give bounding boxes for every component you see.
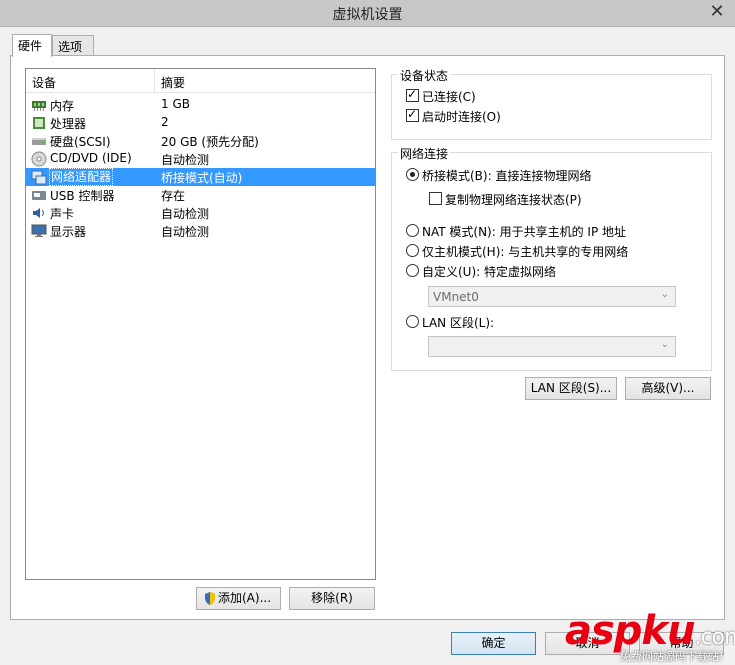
device-summary: 自动检测 (161, 207, 210, 221)
harddisk-icon (32, 138, 46, 145)
custom-network-select[interactable]: VMnet0 ⌄ (428, 286, 676, 307)
nat-radio[interactable] (406, 224, 419, 237)
nat-label[interactable]: NAT 模式(N): 用于共享主机的 IP 地址 (422, 223, 626, 240)
chevron-down-icon: ⌄ (660, 339, 669, 350)
bridged-label[interactable]: 桥接模式(B): 直接连接物理网络 (422, 167, 591, 184)
connected-label[interactable]: 已连接(C) (422, 88, 476, 105)
watermark-suffix: .com (694, 625, 735, 650)
tab-hardware[interactable]: 硬件 (12, 34, 52, 57)
host-only-label[interactable]: 仅主机模式(H): 与主机共享的专用网络 (422, 243, 628, 260)
network-adapter-icon (31, 170, 47, 185)
lan-segment-label[interactable]: LAN 区段(L): (422, 314, 494, 331)
device-status-group: 设备状态 已连接(C) 启动时连接(O) (391, 67, 712, 140)
connect-at-power-on-label[interactable]: 启动时连接(O) (422, 108, 501, 125)
shield-icon (205, 592, 215, 605)
device-list[interactable]: 设备 摘要 内存 1 GB 处理器 2 硬盘(SCSI) 20 GB (预先分配… (25, 68, 376, 580)
device-summary: 桥接模式(自动) (161, 171, 243, 185)
display-icon (31, 224, 47, 237)
usb-icon (32, 191, 46, 200)
list-item[interactable]: CD/DVD (IDE) 自动检测 (26, 150, 375, 168)
add-button-label: 添加(A)... (218, 591, 272, 605)
device-summary: 存在 (161, 189, 186, 203)
device-name: 硬盘(SCSI) (50, 135, 111, 149)
column-separator (154, 69, 155, 93)
device-name: 声卡 (50, 207, 75, 221)
processor-icon (33, 117, 45, 129)
column-summary[interactable]: 摘要 (161, 74, 185, 91)
device-summary: 自动检测 (161, 225, 210, 239)
device-status-title: 设备状态 (398, 67, 451, 84)
advanced-button[interactable]: 高级(V)... (625, 377, 711, 400)
list-item[interactable]: 硬盘(SCSI) 20 GB (预先分配) (26, 132, 375, 150)
window-title: 虚拟机设置 (332, 7, 403, 23)
device-name: 内存 (50, 99, 75, 113)
list-item[interactable]: USB 控制器 存在 (26, 186, 375, 204)
network-connection-title: 网络连接 (398, 145, 451, 162)
watermark-tagline: 免费网站源码下载站! (620, 650, 724, 663)
custom-radio[interactable] (406, 264, 419, 277)
device-list-header: 设备 摘要 (26, 69, 375, 93)
lan-segments-button[interactable]: LAN 区段(S)... (525, 377, 617, 400)
device-summary: 20 GB (预先分配) (161, 135, 259, 149)
memory-icon (32, 101, 46, 111)
ok-button[interactable]: 确定 (451, 632, 536, 655)
list-item[interactable]: 内存 1 GB (26, 96, 375, 114)
replicate-state-label[interactable]: 复制物理网络连接状态(P) (445, 191, 582, 208)
watermark-logo: aspku.com 免费网站源码下载站! (565, 608, 735, 665)
lan-segment-radio[interactable] (406, 315, 419, 328)
device-name: CD/DVD (IDE) (50, 151, 132, 165)
network-connection-group: 网络连接 桥接模式(B): 直接连接物理网络 复制物理网络连接状态(P) NAT… (391, 145, 712, 371)
device-summary: 自动检测 (161, 153, 210, 167)
device-name: 显示器 (50, 225, 87, 239)
column-device[interactable]: 设备 (32, 74, 56, 91)
lan-segment-select[interactable]: ⌄ (428, 336, 676, 357)
device-summary: 2 (161, 115, 169, 129)
host-only-radio[interactable] (406, 244, 419, 257)
device-summary: 1 GB (161, 97, 190, 111)
title-bar: 虚拟机设置 ✕ (0, 0, 735, 27)
bridged-radio[interactable] (406, 168, 419, 181)
custom-network-value: VMnet0 (433, 290, 479, 304)
device-name: USB 控制器 (50, 189, 115, 203)
device-name: 处理器 (50, 117, 87, 131)
connect-at-power-on-checkbox[interactable] (406, 107, 419, 122)
list-item[interactable]: 处理器 2 (26, 114, 375, 132)
tab-options[interactable]: 选项 (52, 35, 94, 56)
remove-button[interactable]: 移除(R) (289, 587, 375, 610)
cdrom-icon (31, 151, 47, 167)
hardware-panel: 设备 摘要 内存 1 GB 处理器 2 硬盘(SCSI) 20 GB (预先分配… (10, 55, 725, 620)
connected-checkbox[interactable] (406, 87, 419, 102)
sound-icon (33, 208, 44, 218)
list-item-selected[interactable]: 网络适配器 桥接模式(自动) (26, 168, 375, 186)
list-item[interactable]: 显示器 自动检测 (26, 222, 375, 240)
custom-label[interactable]: 自定义(U): 特定虚拟网络 (422, 263, 556, 280)
replicate-state-checkbox[interactable] (429, 192, 442, 205)
add-button[interactable]: 添加(A)... (196, 587, 281, 610)
chevron-down-icon: ⌄ (660, 289, 669, 300)
device-name: 网络适配器 (49, 168, 114, 186)
close-icon[interactable]: ✕ (707, 2, 727, 22)
list-item[interactable]: 声卡 自动检测 (26, 204, 375, 222)
